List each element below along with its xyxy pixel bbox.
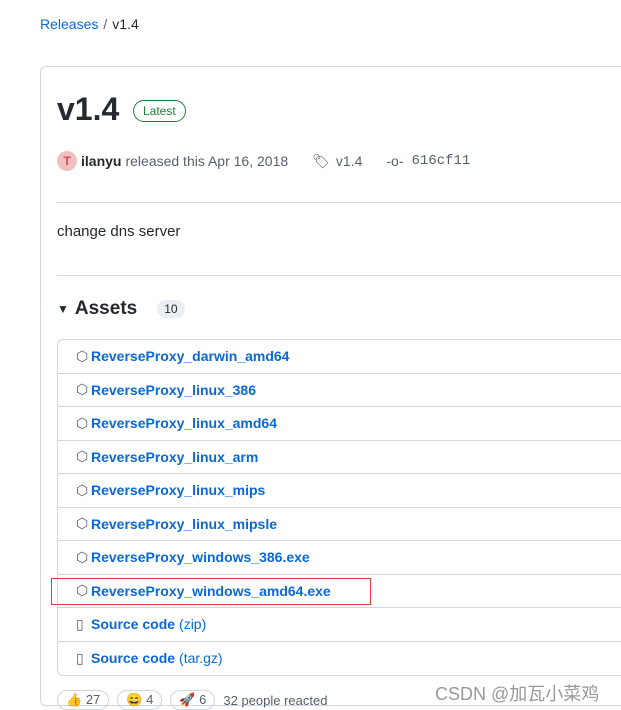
asset-link[interactable]: ReverseProxy_darwin_amd64: [91, 348, 289, 364]
asset-row[interactable]: ⬡ ReverseProxy_linux_amd64: [58, 407, 621, 441]
file-zip-icon: ▯: [76, 615, 84, 632]
reaction-laugh[interactable]: 😄 4: [117, 690, 163, 710]
reaction-count: 27: [85, 692, 101, 707]
package-icon: ⬡: [76, 347, 89, 364]
asset-link[interactable]: ReverseProxy_linux_386: [91, 382, 256, 398]
release-date: released this Apr 16, 2018: [125, 153, 289, 169]
asset-link[interactable]: ReverseProxy_linux_arm: [91, 449, 258, 465]
avatar[interactable]: T: [57, 151, 77, 171]
divider: [57, 275, 621, 276]
package-icon: ⬡: [76, 448, 89, 465]
tag-icon: 🏷: [312, 152, 330, 169]
asset-link[interactable]: Source code: [91, 650, 175, 666]
commit-icon: -o-: [386, 153, 404, 169]
release-meta: T ilanyu released this Apr 16, 2018 🏷 v1…: [57, 151, 470, 171]
asset-row[interactable]: ⬡ ReverseProxy_linux_arm: [58, 441, 621, 474]
breadcrumb: Releases / v1.4: [40, 16, 139, 32]
release-description: change dns server: [57, 223, 181, 240]
commit-link[interactable]: 616cf11: [412, 153, 471, 169]
assets-list: ⬡ ReverseProxy_darwin_amd64 ⬡ ReverseProxy_…: [51, 339, 621, 676]
asset-link[interactable]: ReverseProxy_linux_mips: [91, 482, 265, 498]
divider: [57, 202, 621, 203]
asset-row[interactable]: ⬡ ReverseProxy_linux_mipsle: [58, 508, 621, 541]
asset-row[interactable]: ⬡ ReverseProxy_linux_mips: [58, 474, 621, 508]
watermark: CSDN @加瓦小菜鸡: [435, 684, 600, 704]
triangle-down-icon: ▼: [57, 302, 69, 316]
reaction-count: 6: [199, 692, 207, 707]
breadcrumb-separator: /: [103, 16, 108, 32]
asset-link[interactable]: ReverseProxy_linux_mipsle: [91, 516, 277, 532]
asset-ext[interactable]: (zip): [179, 616, 206, 632]
package-icon: ⬡: [76, 548, 89, 565]
release-title[interactable]: v1.4: [57, 91, 119, 128]
reactions-summary: 32 people reacted: [223, 692, 328, 708]
asset-row[interactable]: ⬡ ReverseProxy_windows_amd64.exe: [51, 575, 621, 608]
asset-row[interactable]: ▯ Source code (tar.gz): [58, 642, 621, 676]
breadcrumb-current: v1.4: [112, 16, 139, 32]
highlight-box: [51, 577, 371, 605]
reaction-count: 4: [146, 692, 154, 707]
package-icon: ⬡: [76, 481, 89, 498]
asset-ext[interactable]: (tar.gz): [179, 650, 223, 666]
assets-toggle[interactable]: ▼ Assets 10: [57, 298, 185, 320]
assets-count: 10: [157, 300, 185, 318]
reaction-rocket[interactable]: 🚀 6: [170, 690, 216, 710]
reaction-thumbs-up[interactable]: 👍 27: [57, 690, 110, 710]
file-zip-icon: ▯: [76, 649, 84, 666]
asset-row[interactable]: ⬡ ReverseProxy_darwin_amd64: [58, 340, 621, 374]
asset-row[interactable]: ⬡ ReverseProxy_linux_386: [58, 374, 621, 407]
asset-link[interactable]: Source code: [91, 616, 175, 632]
author-link[interactable]: ilanyu: [81, 153, 121, 169]
asset-link[interactable]: ReverseProxy_linux_amd64: [91, 415, 277, 431]
releases-link[interactable]: Releases: [40, 16, 98, 32]
package-icon: ⬡: [76, 515, 89, 532]
release-card: v1.4 Latest T ilanyu released this Apr 1…: [40, 66, 621, 706]
asset-row[interactable]: ⬡ ReverseProxy_windows_386.exe: [58, 541, 621, 575]
latest-badge: Latest: [133, 100, 186, 122]
package-icon: ⬡: [76, 414, 89, 431]
reactions: 👍 27 😄 4 🚀 6 32 people reacted: [57, 690, 327, 710]
asset-row[interactable]: ▯ Source code (zip): [58, 608, 621, 642]
tag-link[interactable]: v1.4: [336, 153, 362, 169]
asset-link[interactable]: ReverseProxy_windows_386.exe: [91, 549, 310, 565]
assets-label: Assets: [74, 298, 138, 319]
package-icon: ⬡: [76, 381, 89, 398]
